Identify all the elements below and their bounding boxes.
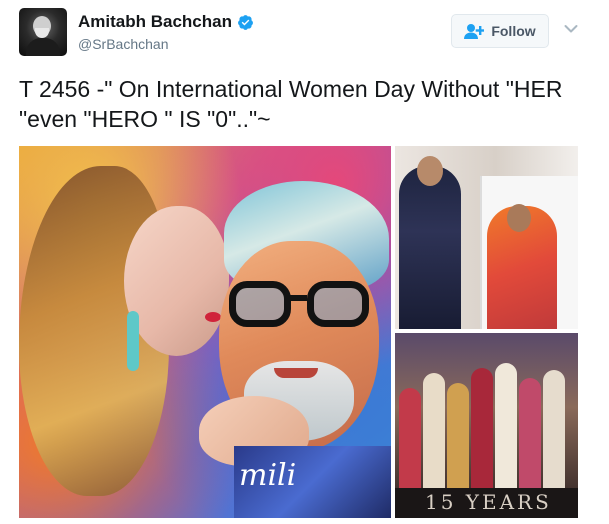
follow-label: Follow <box>491 23 536 39</box>
media-image-main[interactable]: mili <box>19 146 391 518</box>
author-handle[interactable]: @SrBachchan <box>78 36 168 52</box>
media-image-top-right[interactable] <box>395 146 578 329</box>
verified-badge-icon <box>238 14 253 30</box>
image-caption-years: 15 YEARS <box>425 490 552 514</box>
author-name-row: Amitabh Bachchan <box>78 12 254 32</box>
tweet-text: T 2456 -" On International Women Day Wit… <box>19 76 563 132</box>
media-grid: mili 15 YEARS <box>19 146 578 518</box>
follow-button[interactable]: Follow <box>451 14 549 48</box>
chevron-down-icon[interactable] <box>564 24 578 34</box>
media-image-bottom-right[interactable]: 15 YEARS <box>395 333 578 518</box>
author-name[interactable]: Amitabh Bachchan <box>78 12 232 32</box>
avatar[interactable] <box>19 8 67 56</box>
image-signature: mili <box>239 458 297 493</box>
add-user-icon <box>464 24 485 39</box>
